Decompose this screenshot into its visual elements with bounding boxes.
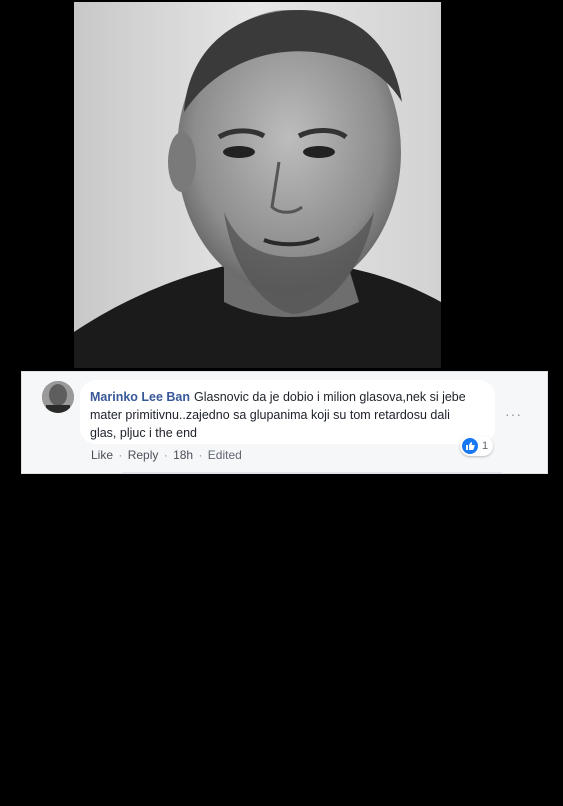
reaction-summary[interactable]: 1 [460, 436, 494, 456]
like-link[interactable]: Like [91, 448, 113, 462]
separator: · [198, 448, 203, 462]
comment-author-link[interactable]: Marinko Lee Ban [90, 390, 190, 404]
more-options-icon[interactable]: ··· [505, 406, 522, 422]
comment-card: Marinko Lee Ban Glasnovic da je dobio i m… [21, 371, 548, 474]
separator: · [118, 448, 123, 462]
timestamp-link[interactable]: 18h [173, 448, 193, 462]
comment-bubble: Marinko Lee Ban Glasnovic da je dobio i m… [80, 380, 495, 444]
divider [122, 472, 502, 473]
avatar[interactable] [42, 381, 74, 413]
reply-link[interactable]: Reply [128, 448, 159, 462]
reaction-count: 1 [482, 440, 489, 452]
comment-text-line2: mater primitivnu..zajedno sa glupanima k… [90, 408, 450, 422]
comment-text-line1: Glasnovic da je dobio i milion glasova,n… [194, 390, 466, 404]
thumbs-up-icon [462, 438, 478, 454]
separator: · [163, 448, 168, 462]
comment-actions: Like · Reply · 18h · Edited [91, 448, 242, 462]
portrait-photo [74, 2, 441, 368]
comment-text-line3: glas, pljuc i the end [90, 426, 198, 440]
edited-label: Edited [207, 448, 242, 462]
